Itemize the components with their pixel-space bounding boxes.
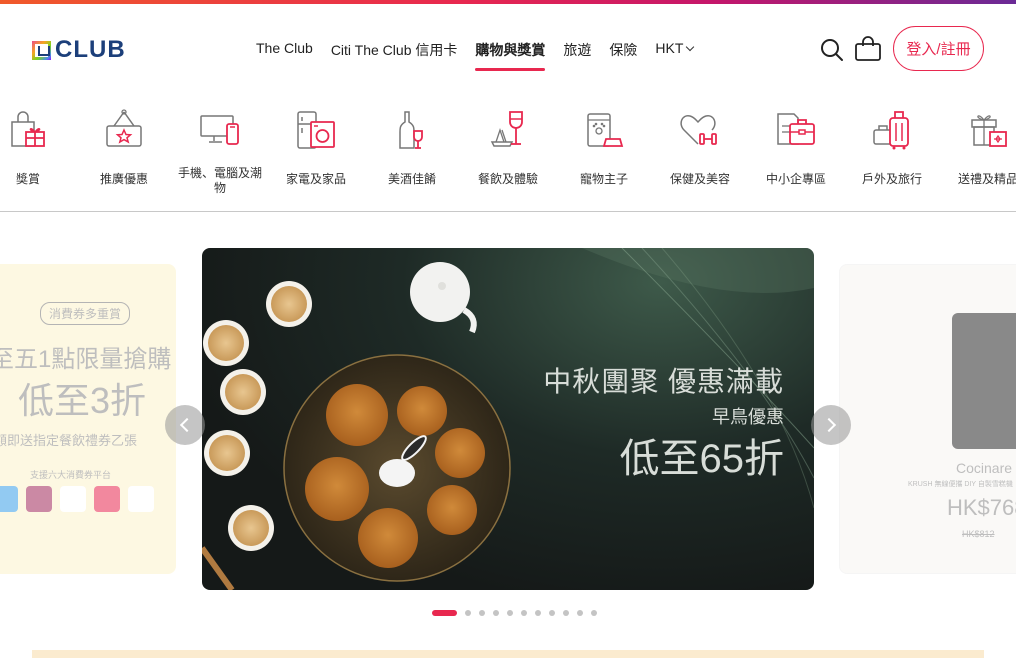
carousel-dot[interactable] (577, 610, 583, 616)
carousel-next-button[interactable] (811, 405, 851, 445)
carousel-dot[interactable] (563, 610, 569, 616)
nav-item-shopping-rewards[interactable]: 購物與獎賞 (475, 40, 546, 71)
chevron-right-icon (821, 417, 837, 433)
logo-text: CLUB (55, 36, 126, 63)
carousel-dot[interactable] (465, 610, 471, 616)
carousel-dot[interactable] (432, 610, 457, 616)
category-dining[interactable]: 餐飲及體驗 (460, 100, 556, 187)
platforms-label: 支援六大消費券平台 (30, 470, 112, 480)
promo-line-1: 至五1點限量搶購 (0, 346, 172, 373)
category-label: 推廣優惠 (99, 172, 148, 186)
category-health-beauty[interactable]: 保健及美容 (652, 100, 748, 187)
product-name: KRUSH 無線便攜 DIY 自製雪糕機 (908, 481, 1013, 488)
bocpay-icon (26, 486, 52, 512)
category-label: 獎賞 (15, 172, 40, 186)
promo-line-3: 額即送指定餐飲禮券乙張 (0, 433, 138, 448)
category-gifts[interactable]: 送禮及精品 (940, 100, 1016, 187)
nav-item-travel[interactable]: 旅遊 (563, 40, 591, 60)
payme-icon (94, 486, 120, 512)
chevron-left-icon (179, 417, 195, 433)
category-promotions[interactable]: 推廣優惠 (76, 100, 172, 187)
carousel-dot[interactable] (549, 610, 555, 616)
category-wine[interactable]: 美酒佳餚 (364, 100, 460, 187)
wechat-pay-icon (128, 486, 154, 512)
nav-item-the-club[interactable]: The Club (256, 40, 313, 60)
category-label: 中小企專區 (765, 172, 826, 186)
category-outdoor-travel[interactable]: 戶外及旅行 (844, 100, 940, 187)
category-sme[interactable]: 中小企專區 (748, 100, 844, 187)
dining-icon (490, 111, 523, 147)
login-register-button[interactable]: 登入/註冊 (893, 26, 984, 71)
category-label: 戶外及旅行 (861, 172, 922, 186)
content-section-banner (32, 650, 984, 658)
appliance-icon (297, 111, 335, 149)
carousel-dot[interactable] (591, 610, 597, 616)
carousel-dot[interactable] (479, 610, 485, 616)
carousel-dot[interactable] (535, 610, 541, 616)
pet-food-icon (587, 113, 624, 147)
category-rewards[interactable]: 獎賞 (0, 100, 76, 187)
category-label: 保健及美容 (669, 172, 730, 186)
alipay-icon (0, 486, 18, 512)
payment-platform-icons (0, 486, 154, 512)
category-label: 家電及家品 (285, 172, 346, 186)
promo-line-2: 低至3折 (18, 380, 147, 421)
category-label: 餐飲及體驗 (477, 172, 538, 186)
carousel-slide-prev[interactable]: 消費券多重賞 至五1點限量搶購 低至3折 額即送指定餐飲禮券乙張 支援六大消費券… (0, 264, 176, 574)
search-icon (821, 39, 843, 61)
product-price: HK$768 (947, 495, 1016, 520)
carousel-slide-active[interactable]: 中秋團聚 優惠滿載 早鳥優惠 低至65折 (202, 248, 814, 590)
category-pets[interactable]: 寵物主子 (556, 100, 652, 187)
carousel-dot[interactable] (507, 610, 513, 616)
product-image (952, 313, 1016, 449)
star-sign-icon (106, 109, 142, 147)
category-label: 手機、電腦及潮物 (177, 166, 262, 195)
nav-item-hkt-label: HKT (655, 40, 684, 56)
voucher-badge: 消費券多重賞 (40, 302, 131, 325)
shopping-bag-icon (855, 36, 881, 61)
teapot (410, 262, 477, 334)
nav-item-hkt[interactable]: HKT (655, 40, 695, 60)
slide-offer: 低至65折 (619, 437, 785, 481)
category-devices[interactable]: 手機、電腦及潮物 (172, 100, 268, 196)
luggage-icon (873, 111, 909, 150)
wine-icon (399, 111, 423, 149)
cart-button[interactable] (854, 36, 882, 64)
carousel-dot[interactable] (521, 610, 527, 616)
slide-headline: 中秋團聚 優惠滿載 (543, 366, 784, 397)
product-brand: Cocinare (956, 460, 1013, 476)
product-original-price: HK$812 (962, 529, 995, 539)
octopus-icon (60, 486, 86, 512)
header: CLUB The Club Citi The Club 信用卡 購物與獎賞 旅遊… (0, 4, 1016, 94)
search-button[interactable] (818, 36, 846, 64)
club-logo[interactable]: CLUB (32, 36, 126, 63)
category-label: 寵物主子 (579, 172, 628, 186)
devices-icon (200, 115, 239, 145)
category-bar: 獎賞 推廣優惠 手機、電腦及潮物 家電及家品 美酒佳餚 餐飲及體驗 寵物主子 保… (0, 100, 1016, 212)
nav-item-insurance[interactable]: 保險 (609, 40, 637, 60)
category-label: 美酒佳餚 (387, 172, 436, 186)
main-nav: The Club Citi The Club 信用卡 購物與獎賞 旅遊 保險 H… (256, 40, 711, 71)
carousel-slide-next[interactable]: Cocinare KRUSH 無線便攜 DIY 自製雪糕機 HK$768 HK$… (839, 264, 1016, 574)
category-appliances[interactable]: 家電及家品 (268, 100, 364, 187)
gift-box-icon (971, 115, 1007, 147)
gift-bag-icon (11, 111, 45, 147)
promo-carousel: 消費券多重賞 至五1點限量搶購 低至3折 額即送指定餐飲禮券乙張 支援六大消費券… (0, 213, 1016, 623)
carousel-pagination (432, 610, 597, 616)
briefcase-icon (777, 113, 815, 145)
category-label: 送禮及精品 (957, 172, 1016, 186)
carousel-prev-button[interactable] (165, 405, 205, 445)
carousel-dot[interactable] (493, 610, 499, 616)
nav-item-citi-card[interactable]: Citi The Club 信用卡 (331, 40, 458, 60)
logo-mark-icon (32, 40, 51, 60)
chevron-down-icon (686, 42, 695, 52)
health-heart-icon (680, 115, 717, 145)
